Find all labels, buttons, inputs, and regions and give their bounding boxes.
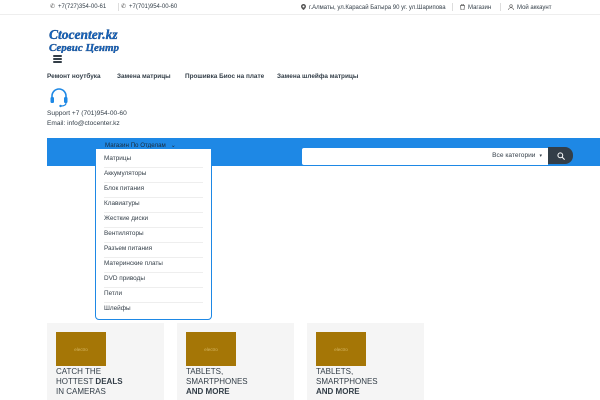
promo-line-2: SMARTPHONES — [186, 377, 248, 386]
promo-card-tablets-2[interactable]: electro TABLETS, SMARTPHONES AND MORE — [307, 323, 424, 400]
support-email: Email: info@ctocenter.kz — [47, 120, 120, 127]
promo-line-2: HOTTEST DEALS — [56, 377, 123, 387]
department-item-power-connector[interactable]: Разъем питания — [104, 243, 203, 258]
nav-item-matrix-replacement[interactable]: Замена матрицы — [117, 73, 171, 80]
search-category-value: Все категории — [492, 152, 536, 159]
promo-card-tablets-1[interactable]: electro TABLETS, SMARTPHONES AND MORE — [177, 323, 294, 400]
account-link[interactable]: Мой аккаунт — [508, 4, 551, 12]
search-button[interactable] — [548, 147, 573, 164]
promo-image: electro — [186, 332, 236, 366]
phone-1-link[interactable]: ✆ +7(727)354-00-61 — [50, 4, 106, 10]
map-pin-icon — [301, 4, 306, 12]
department-item-motherboards[interactable]: Материнские платы — [104, 258, 203, 273]
shop-text: Магазин — [468, 5, 492, 11]
phone-icon: ✆ — [50, 4, 56, 10]
department-item-hard-drives[interactable]: Жесткие диски — [104, 213, 203, 228]
promo-image: electro — [316, 332, 366, 366]
promo-image-label: electro — [204, 346, 218, 352]
promo-line-3: AND MORE — [186, 387, 248, 397]
promo-line-1: TABLETS, — [186, 367, 224, 376]
divider — [118, 3, 119, 11]
logo-graphic: Ctocenter.kz Сервис Центр — [49, 27, 120, 53]
promo-text: TABLETS, SMARTPHONES AND MORE — [186, 367, 248, 397]
promo-line-3: AND MORE — [316, 387, 378, 397]
department-item-fans[interactable]: Вентиляторы — [104, 228, 203, 243]
promo-line-3-bold: AND MORE — [316, 387, 360, 396]
department-item-dvd-drives[interactable]: DVD приводы — [104, 273, 203, 288]
divider — [500, 3, 501, 11]
phone-2-link[interactable]: ✆ +7(701)954-00-60 — [121, 4, 177, 10]
site-logo[interactable]: Ctocenter.kz Сервис Центр — [48, 27, 140, 53]
promo-line-2-regular: HOTTEST — [56, 377, 96, 386]
search-icon — [556, 151, 565, 160]
search-box: Все категории ▾ — [302, 148, 548, 165]
department-item-power-supply[interactable]: Блок питания — [104, 183, 203, 198]
caret-down-icon: ▾ — [539, 152, 542, 159]
promo-line-2-bold: DEALS — [95, 377, 123, 386]
search-input[interactable] — [308, 150, 428, 163]
nav-item-laptop-repair[interactable]: Ремонт ноутбука — [47, 73, 101, 80]
menu-icon[interactable] — [53, 55, 62, 63]
phone-icon: ✆ — [121, 4, 127, 10]
departments-dropdown: Матрицы Аккумуляторы Блок питания Клавиа… — [95, 148, 212, 320]
promo-line-3-bold: AND MORE — [186, 387, 230, 396]
account-text: Мой аккаунт — [517, 5, 552, 11]
promo-line-1: TABLETS, — [316, 367, 354, 376]
promo-line-2: SMARTPHONES — [316, 377, 378, 386]
logo-line-1: Ctocenter.kz — [49, 27, 118, 42]
department-item-hinges[interactable]: Петли — [104, 288, 203, 303]
logo-line-2: Сервис Центр — [49, 42, 120, 53]
shopping-bag-icon — [460, 3, 465, 12]
promo-image-label: electro — [74, 346, 88, 352]
address-link[interactable]: г.Алматы, ул.Карасай Батыра 90 уг. ул.Ша… — [301, 4, 446, 12]
promo-image: electro — [56, 332, 106, 366]
department-item-cables[interactable]: Шлейфы — [104, 303, 203, 318]
top-bar: ✆ +7(727)354-00-61 ✆ +7(701)954-00-60 г.… — [0, 0, 600, 15]
promo-text: TABLETS, SMARTPHONES AND MORE — [316, 367, 378, 397]
promo-image-label: electro — [334, 346, 348, 352]
phone-2-text: +7(701)954-00-60 — [129, 4, 178, 10]
promo-card-cameras[interactable]: electro CATCH THE HOTTEST DEALS IN CAMER… — [47, 323, 164, 400]
promo-line-1: CATCH THE — [56, 367, 102, 376]
divider — [452, 3, 453, 11]
department-item-batteries[interactable]: Аккумуляторы — [104, 168, 203, 183]
shop-link[interactable]: Магазин — [460, 3, 492, 12]
address-text: г.Алматы, ул.Карасай Батыра 90 уг. ул.Ша… — [309, 5, 446, 11]
phone-1-text: +7(727)354-00-61 — [58, 4, 107, 10]
support-phone: Support +7 (701)954-00-60 — [47, 110, 127, 117]
user-icon — [508, 4, 514, 12]
promo-line-3: IN CAMERAS — [56, 387, 106, 396]
department-item-matrices[interactable]: Матрицы — [104, 153, 203, 168]
promo-text: CATCH THE HOTTEST DEALS IN CAMERAS — [56, 367, 123, 397]
nav-item-bios-flashing[interactable]: Прошивка Биос на плате — [185, 73, 264, 80]
headset-icon — [48, 86, 70, 108]
nav-item-cable-replacement[interactable]: Замена шлейфа матрицы — [277, 73, 358, 80]
search-category-select[interactable]: Все категории ▾ — [492, 152, 542, 159]
department-item-keyboards[interactable]: Клавиатуры — [104, 198, 203, 213]
